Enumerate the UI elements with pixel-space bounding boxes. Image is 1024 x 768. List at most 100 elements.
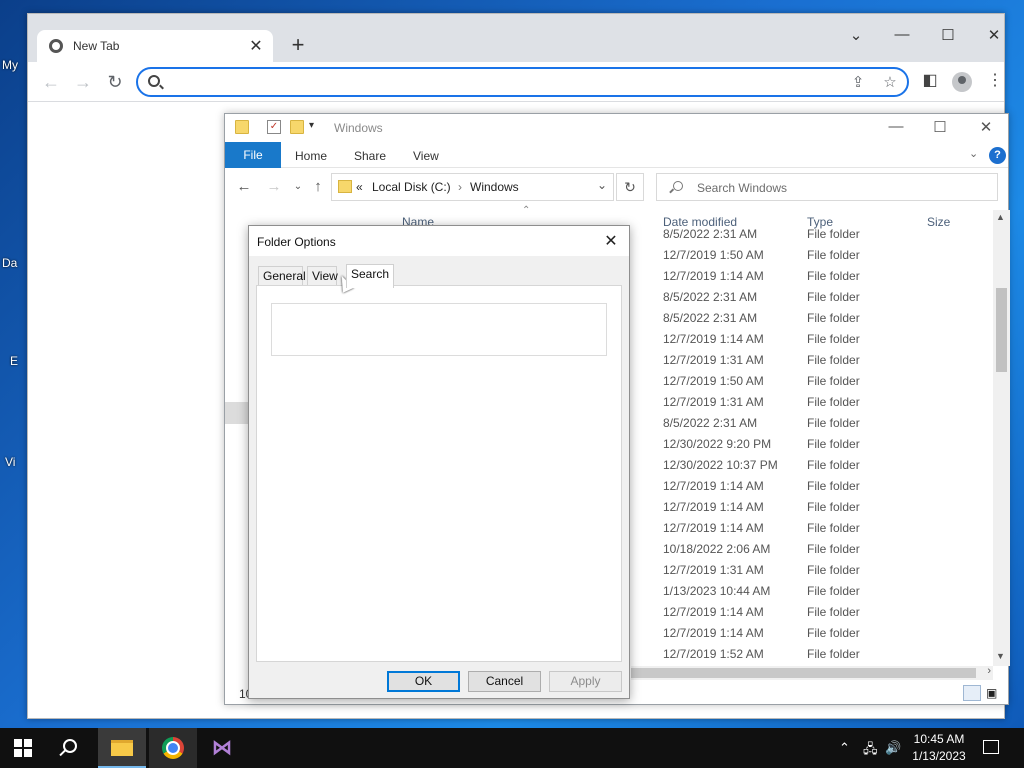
file-row[interactable]: 12/30/2022 9:20 PM File folder [663, 433, 995, 454]
large-icons-view-icon[interactable]: ▣ [985, 685, 1003, 701]
close-button[interactable]: ✕ [982, 26, 1006, 44]
file-date-modified: 8/5/2022 2:31 AM [663, 311, 758, 325]
file-row[interactable]: 12/7/2019 1:52 AM File folder [663, 643, 995, 664]
breadcrumb-local-disk[interactable]: Local Disk (C:) [372, 180, 451, 194]
ribbon-file-tab[interactable]: File [225, 142, 281, 168]
horizontal-scrollbar[interactable]: › [631, 665, 993, 680]
scroll-right-arrow-icon[interactable]: › [987, 665, 991, 677]
file-row[interactable]: 12/7/2019 1:14 AM File folder [663, 265, 995, 286]
explorer-minimize-button[interactable]: — [884, 118, 908, 135]
column-header-date-modified[interactable]: Date modified [663, 215, 737, 229]
ok-button[interactable]: OK [387, 671, 460, 692]
desktop-icon-label[interactable]: E [10, 354, 18, 368]
file-type: File folder [807, 353, 860, 367]
minimize-button[interactable]: — [890, 26, 914, 43]
tab-search[interactable]: Search [346, 264, 394, 288]
column-header-size[interactable]: Size [927, 215, 950, 229]
desktop-icon-label[interactable]: Vi [5, 455, 15, 469]
file-row[interactable]: 1/13/2023 10:44 AM File folder [663, 580, 995, 601]
taskbar-file-explorer[interactable] [98, 728, 146, 768]
help-icon[interactable]: ? [989, 147, 1006, 164]
file-row[interactable]: 12/7/2019 1:31 AM File folder [663, 391, 995, 412]
explorer-maximize-button[interactable]: ☐ [928, 118, 952, 136]
file-row[interactable]: 12/7/2019 1:31 AM File folder [663, 349, 995, 370]
explorer-close-button[interactable]: ✕ [974, 118, 998, 136]
share-icon[interactable]: ⇪ [848, 73, 868, 91]
tab-general[interactable]: General [258, 266, 306, 286]
details-view-icon[interactable] [963, 685, 981, 701]
explorer-forward-button[interactable]: → [264, 178, 284, 195]
bookmark-star-icon[interactable]: ☆ [880, 73, 900, 91]
scrollbar-thumb[interactable] [996, 288, 1007, 372]
address-overflow[interactable]: « [356, 180, 363, 194]
taskbar-chrome[interactable] [149, 728, 197, 768]
horizontal-scrollbar-thumb[interactable] [631, 668, 976, 678]
taskbar-search-icon[interactable] [63, 739, 77, 753]
properties-check-icon[interactable]: ✓ [267, 120, 281, 134]
ribbon-share-tab[interactable]: Share [354, 149, 386, 163]
file-row[interactable]: 8/5/2022 2:31 AM File folder [663, 286, 995, 307]
apply-button[interactable]: Apply [549, 671, 622, 692]
new-tab-button[interactable]: + [286, 34, 310, 58]
volume-icon[interactable]: 🔊 [885, 740, 901, 756]
forward-button[interactable]: → [71, 70, 95, 94]
cancel-button[interactable]: Cancel [468, 671, 541, 692]
dialog-close-button[interactable]: ✕ [601, 231, 621, 251]
explorer-back-button[interactable]: ← [234, 178, 254, 195]
tab-view[interactable]: View [307, 266, 338, 286]
chrome-menu-icon[interactable]: ⋮ [983, 70, 1007, 90]
file-row[interactable]: 8/5/2022 2:31 AM File folder [663, 307, 995, 328]
file-row[interactable]: 12/7/2019 1:14 AM File folder [663, 328, 995, 349]
file-row[interactable]: 12/7/2019 1:14 AM File folder [663, 601, 995, 622]
notification-icon[interactable] [983, 740, 999, 754]
chevron-up-icon[interactable]: ⌃ [839, 740, 850, 756]
file-date-modified: 12/7/2019 1:50 AM [663, 248, 764, 262]
tab-search-chevron-icon[interactable]: ⌄ [844, 26, 868, 44]
file-row[interactable]: 8/5/2022 2:31 AM File folder [663, 412, 995, 433]
desktop-icon-label[interactable]: My [2, 58, 18, 72]
file-row[interactable]: 12/30/2022 10:37 PM File folder [663, 454, 995, 475]
back-button[interactable]: ← [39, 70, 63, 94]
file-row[interactable]: 12/7/2019 1:50 AM File folder [663, 370, 995, 391]
side-panel-icon[interactable]: ◧ [918, 70, 942, 90]
taskbar-visual-studio[interactable]: ⋈ [198, 728, 246, 768]
explorer-search-input[interactable]: Search Windows [656, 173, 998, 201]
tab-new-tab[interactable]: New Tab ✕ [37, 30, 273, 62]
maximize-button[interactable]: ☐ [936, 26, 960, 44]
vertical-scrollbar[interactable]: ▲ ▼ [993, 210, 1010, 666]
address-history-chevron-icon[interactable]: ⌄ [597, 178, 607, 192]
chrome-icon [162, 737, 184, 759]
file-type: File folder [807, 416, 860, 430]
recent-locations-chevron-icon[interactable]: ⌄ [288, 181, 308, 192]
file-type: File folder [807, 542, 860, 556]
up-one-level-button[interactable]: ↑ [308, 178, 328, 195]
file-row[interactable]: 12/7/2019 1:14 AM File folder [663, 622, 995, 643]
file-row[interactable]: 12/7/2019 1:14 AM File folder [663, 475, 995, 496]
system-clock[interactable]: 10:45 AM 1/13/2023 [900, 731, 978, 765]
profile-avatar-icon[interactable] [952, 72, 972, 92]
explorer-address-bar[interactable]: « Local Disk (C:) › Windows ⌄ [331, 173, 614, 201]
start-button[interactable] [14, 739, 32, 757]
address-bar[interactable]: ⇪ ☆ [136, 67, 909, 97]
scroll-down-arrow-icon[interactable]: ▼ [996, 651, 1005, 661]
file-row[interactable]: 10/18/2022 2:06 AM File folder [663, 538, 995, 559]
desktop-icon-label[interactable]: Da [2, 256, 17, 270]
network-icon[interactable]: 🖧 [863, 740, 878, 762]
customize-toolbar-icon[interactable]: ▾ [309, 120, 323, 134]
file-row[interactable]: 12/7/2019 1:14 AM File folder [663, 496, 995, 517]
scroll-up-arrow-icon[interactable]: ▲ [996, 212, 1005, 222]
ribbon-view-tab[interactable]: View [413, 149, 439, 163]
file-date-modified: 1/13/2023 10:44 AM [663, 584, 771, 598]
new-folder-icon[interactable] [290, 120, 304, 134]
breadcrumb-windows[interactable]: Windows [470, 180, 519, 194]
reload-button[interactable]: ↻ [103, 70, 127, 94]
file-row[interactable]: 12/7/2019 1:50 AM File folder [663, 244, 995, 265]
folder-options-dialog: Folder Options ✕ General View Search OK … [248, 225, 630, 699]
file-row[interactable]: 12/7/2019 1:31 AM File folder [663, 559, 995, 580]
column-header-type[interactable]: Type [807, 215, 833, 229]
tab-close-icon[interactable]: ✕ [247, 36, 265, 56]
expand-ribbon-chevron-icon[interactable]: ⌄ [969, 147, 978, 160]
refresh-button[interactable]: ↻ [616, 173, 644, 201]
ribbon-home-tab[interactable]: Home [295, 149, 327, 163]
file-row[interactable]: 12/7/2019 1:14 AM File folder [663, 517, 995, 538]
